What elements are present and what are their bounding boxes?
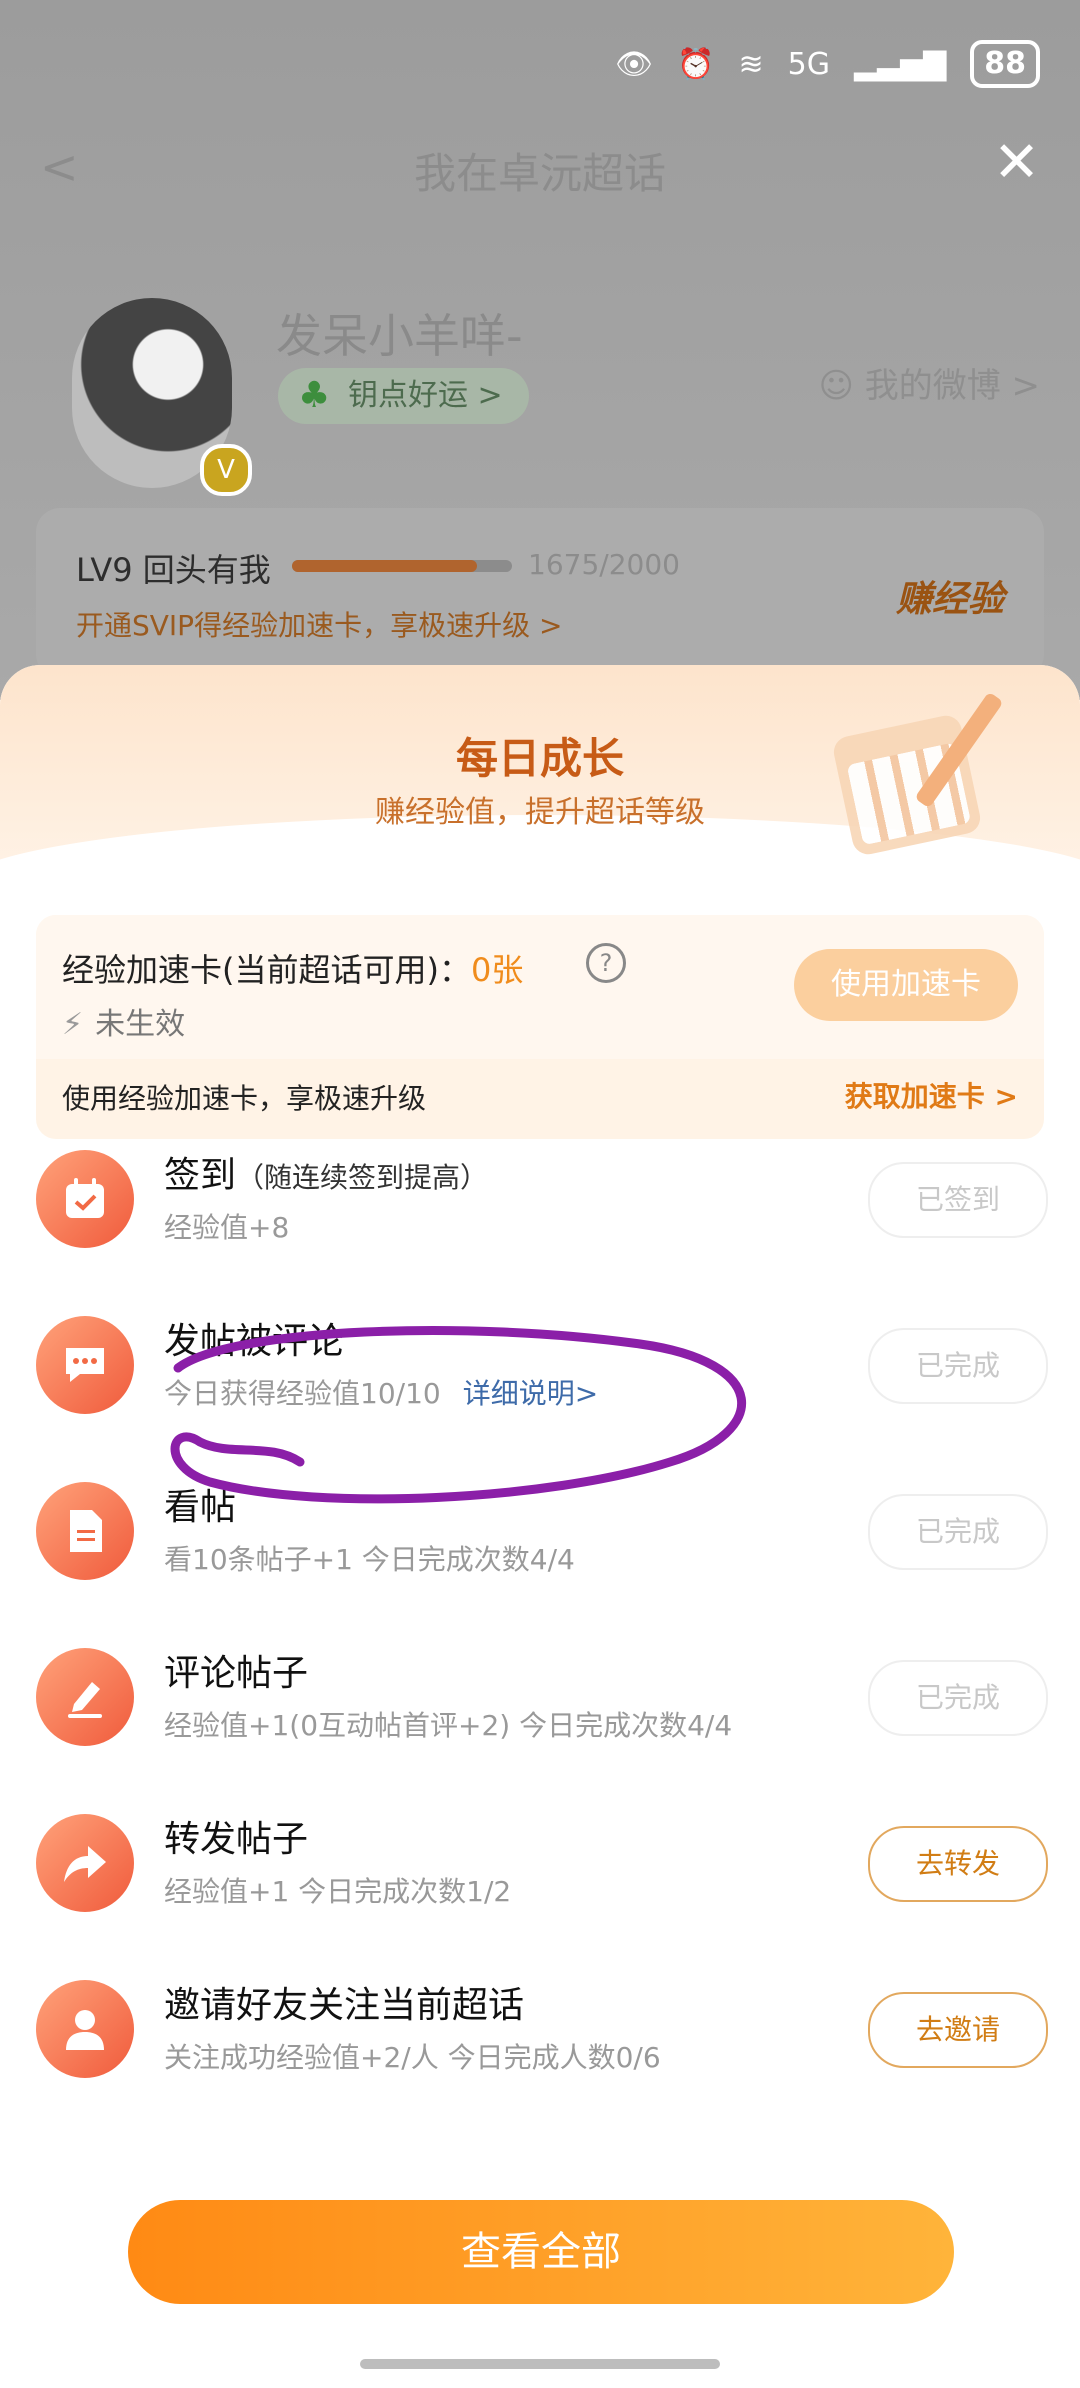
calendar-check-icon bbox=[36, 1150, 134, 1248]
page-title: 我在卓沅超话 bbox=[413, 149, 666, 198]
task-button[interactable]: 去邀请 bbox=[868, 1992, 1048, 2068]
task-repost: 转发帖子 经验值+1 今日完成次数1/2 去转发 bbox=[0, 1786, 1080, 1952]
speed-card-label: 经验加速卡(当前超话可用)：0张 bbox=[62, 945, 523, 991]
help-icon[interactable]: ? bbox=[586, 943, 626, 983]
task-invite-friends: 邀请好友关注当前超话 关注成功经验值+2/人 今日完成人数0/6 去邀请 bbox=[0, 1952, 1080, 2118]
task-desc: 看10条帖子+1 今日完成次数4/4 bbox=[164, 1543, 575, 1576]
task-desc: 经验值+8 bbox=[164, 1211, 290, 1244]
task-title-text: 签到 bbox=[164, 1155, 237, 1196]
person-icon bbox=[36, 1980, 134, 2078]
clover-icon: ♣ bbox=[298, 375, 331, 416]
get-speed-card-link[interactable]: 获取加速卡 > bbox=[845, 1075, 1018, 1115]
my-weibo-link[interactable]: ☺ 我的微博 > bbox=[818, 358, 1040, 407]
level-label: LV9 回头有我 bbox=[76, 551, 271, 589]
task-desc: 经验值+1(0互动帖首评+2) 今日完成次数4/4 bbox=[164, 1709, 733, 1742]
luck-label: 钥点好运 > bbox=[348, 378, 503, 413]
eye-icon: 👁 bbox=[615, 46, 654, 82]
network-label: 5G bbox=[787, 46, 830, 82]
status-bar: 👁 ⏰ ≋ 5G ▂▃▅▇ 88 bbox=[615, 40, 1040, 88]
exp-progress-fill bbox=[292, 560, 477, 572]
share-arrow-icon bbox=[36, 1814, 134, 1912]
sheet-title: 每日成长 bbox=[455, 734, 624, 783]
task-title: 评论帖子 bbox=[164, 1653, 309, 1694]
nickname: 发呆小羊咩- bbox=[276, 309, 523, 363]
speed-card-promo: 使用经验加速卡，享极速升级 bbox=[62, 1082, 427, 1115]
task-title: 签到（随连续签到提高） bbox=[164, 1146, 488, 1198]
exp-progress-bar bbox=[292, 560, 512, 572]
sheet-header: 每日成长 赚经验值，提升超话等级 bbox=[0, 665, 1080, 955]
task-title: 转发帖子 bbox=[164, 1819, 309, 1860]
task-comment-posts: 评论帖子 经验值+1(0互动帖首评+2) 今日完成次数4/4 已完成 bbox=[0, 1620, 1080, 1786]
chat-bubble-icon bbox=[36, 1316, 134, 1414]
wifi-icon: ≋ bbox=[738, 46, 764, 82]
view-all-button[interactable]: 查看全部 bbox=[128, 2200, 954, 2304]
svip-promo-link[interactable]: 开通SVIP得经验加速卡，享极速升级 > bbox=[76, 604, 562, 644]
task-hint: （随连续签到提高） bbox=[236, 1161, 489, 1194]
pencil-icon bbox=[36, 1648, 134, 1746]
task-title: 邀请好友关注当前超话 bbox=[164, 1985, 525, 2026]
speed-card-count: 0张 bbox=[470, 951, 524, 989]
task-sign-in: 签到（随连续签到提高） 经验值+8 已签到 bbox=[0, 1122, 1080, 1288]
speed-card-status: ⚡ 未生效 bbox=[62, 999, 185, 1043]
task-desc: 经验值+1 今日完成次数1/2 bbox=[164, 1875, 512, 1908]
alarm-icon: ⏰ bbox=[677, 46, 715, 82]
task-button[interactable]: 已完成 bbox=[868, 1660, 1048, 1736]
background-page: 👁 ⏰ ≋ 5G ▂▃▅▇ 88 < 我在卓沅超话 ✕ V 发呆小羊咩- ♣ 钥… bbox=[0, 0, 1080, 700]
level-card bbox=[36, 508, 1044, 678]
close-icon[interactable]: ✕ bbox=[993, 130, 1040, 195]
person-icon: ☺ bbox=[818, 366, 865, 406]
battery-indicator: 88 bbox=[970, 40, 1040, 88]
luck-button[interactable]: ♣ 钥点好运 > bbox=[278, 368, 529, 424]
task-button[interactable]: 已签到 bbox=[868, 1162, 1048, 1238]
lightning-icon: ⚡ bbox=[62, 1007, 84, 1042]
task-button[interactable]: 去转发 bbox=[868, 1826, 1048, 1902]
task-desc: 关注成功经验值+2/人 今日完成人数0/6 bbox=[164, 2041, 661, 2074]
speed-card: 经验加速卡(当前超话可用)：0张 ? ⚡ 未生效 使用加速卡 使用经验加速卡，享极… bbox=[36, 915, 1044, 1139]
task-button[interactable]: 已完成 bbox=[868, 1328, 1048, 1404]
verified-badge-icon: V bbox=[200, 444, 252, 496]
signal-icon: ▂▃▅▇ bbox=[853, 46, 947, 82]
sheet-subtitle: 赚经验值，提升超话等级 bbox=[375, 795, 705, 830]
earn-exp-label[interactable]: 赚经验 bbox=[896, 570, 1004, 622]
exp-progress-text: 1675/2000 bbox=[528, 548, 680, 581]
use-speed-card-button[interactable]: 使用加速卡 bbox=[794, 949, 1018, 1021]
my-weibo-label: 我的微博 > bbox=[864, 366, 1040, 406]
home-indicator[interactable] bbox=[360, 2359, 720, 2369]
speed-card-status-text: 未生效 bbox=[95, 1007, 186, 1042]
document-icon bbox=[36, 1482, 134, 1580]
annotation-circle bbox=[170, 1326, 746, 1504]
speed-card-label-text: 经验加速卡(当前超话可用)： bbox=[62, 951, 471, 989]
task-button[interactable]: 已完成 bbox=[868, 1494, 1048, 1570]
